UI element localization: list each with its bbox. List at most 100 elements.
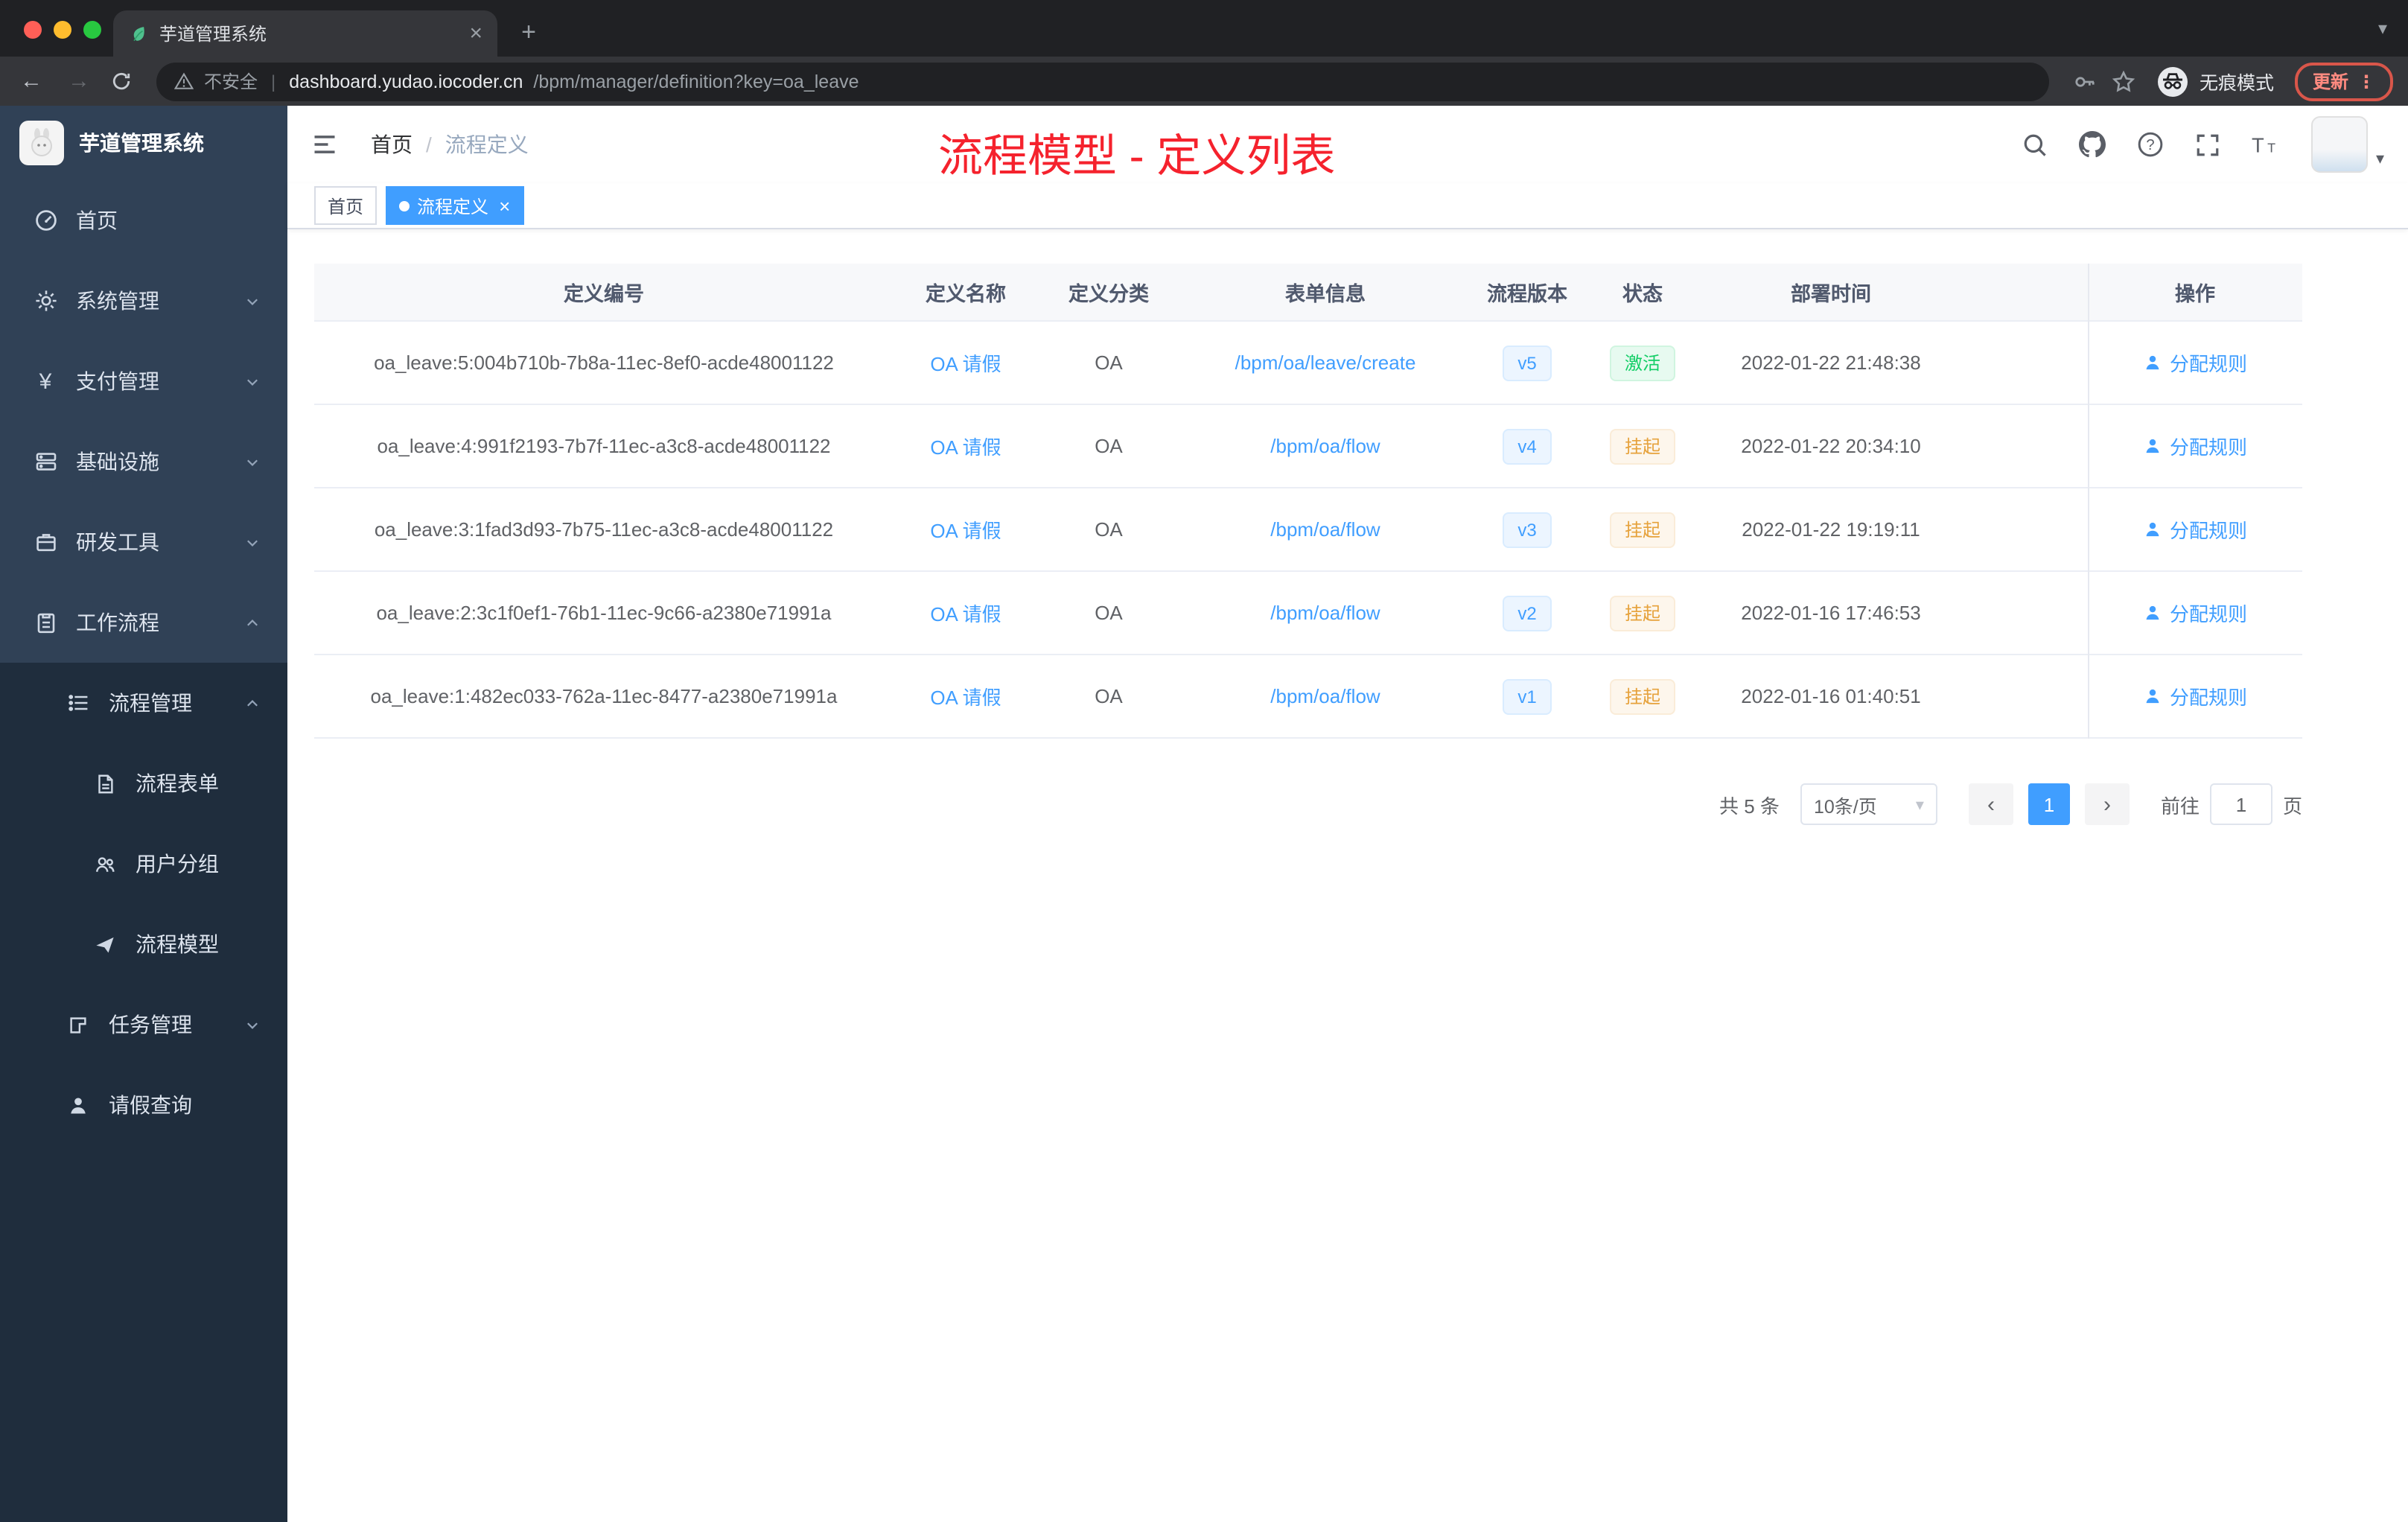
sidebar-item-label: 流程模型: [136, 932, 219, 956]
form-info-link[interactable]: /bpm/oa/flow: [1270, 602, 1380, 624]
cell-filler: [1960, 405, 2088, 487]
reload-button[interactable]: [110, 70, 133, 92]
assign-rule-button[interactable]: 分配规则: [2143, 599, 2247, 627]
tab-close-icon[interactable]: ×: [469, 22, 482, 45]
sidebar-item-process-management[interactable]: 流程管理: [0, 663, 287, 743]
status-badge: 激活: [1609, 345, 1675, 380]
definition-name-link[interactable]: OA 请假: [930, 599, 1001, 627]
avatar-caret-icon: ▾: [2375, 150, 2384, 168]
window-zoom-button[interactable]: [83, 21, 101, 39]
assign-rule-button[interactable]: 分配规则: [2143, 515, 2247, 544]
current-page-button[interactable]: 1: [2028, 783, 2070, 825]
gear-icon: [33, 288, 58, 313]
form-info-link[interactable]: /bpm/oa/leave/create: [1235, 351, 1416, 374]
dashboard-icon: [33, 208, 58, 233]
sidebar-item-label: 首页: [76, 208, 118, 232]
sidebar-item-payment[interactable]: ¥ 支付管理: [0, 341, 287, 421]
annotation-overlay: 流程模型 - 定义列表: [938, 133, 1336, 182]
breadcrumb-separator: /: [426, 133, 432, 156]
definition-name-link[interactable]: OA 请假: [930, 432, 1001, 460]
cell-filler: [1960, 572, 2088, 654]
form-info-link[interactable]: /bpm/oa/flow: [1270, 518, 1380, 541]
browser-toolbar: ← → 不安全 | dashboard.yudao.iocoder.cn /bp…: [0, 57, 2408, 106]
definition-name-link[interactable]: OA 请假: [930, 682, 1001, 710]
tab-search-caret-icon[interactable]: ▾: [2378, 18, 2387, 39]
tag-process-definition[interactable]: 流程定义 ×: [386, 186, 524, 225]
form-info-link[interactable]: /bpm/oa/flow: [1270, 685, 1380, 707]
chevron-down-icon: [244, 373, 261, 389]
assign-rule-button[interactable]: 分配规则: [2143, 432, 2247, 460]
sidebar-item-infrastructure[interactable]: 基础设施: [0, 421, 287, 502]
chevron-up-icon: [244, 614, 261, 631]
next-page-button[interactable]: ›: [2084, 783, 2130, 825]
tag-home[interactable]: 首页: [314, 186, 378, 225]
cell-category: OA: [1095, 351, 1123, 374]
user-menu[interactable]: ▾: [2311, 116, 2384, 173]
search-icon[interactable]: [2023, 132, 2048, 157]
document-icon: [92, 771, 118, 796]
sidebar-item-label: 请假查询: [109, 1093, 192, 1117]
font-size-icon[interactable]: TT: [2252, 132, 2281, 157]
url-bar[interactable]: 不安全 | dashboard.yudao.iocoder.cn /bpm/ma…: [156, 62, 2049, 101]
browser-tab[interactable]: 芋道管理系统 ×: [113, 10, 497, 57]
goto-page-input[interactable]: [2209, 783, 2272, 825]
cell-deploy-time: 2022-01-22 21:48:38: [1741, 351, 1921, 374]
forward-button[interactable]: →: [63, 69, 95, 94]
definition-name-link[interactable]: OA 请假: [930, 515, 1001, 544]
breadcrumb: 首页 / 流程定义: [371, 130, 529, 159]
goto-suffix: 页: [2282, 795, 2302, 817]
sidebar-item-process-model[interactable]: 流程模型: [0, 904, 287, 984]
sidebar-item-user-group[interactable]: 用户分组: [0, 824, 287, 904]
assign-rule-button[interactable]: 分配规则: [2143, 682, 2247, 710]
sidebar-item-home[interactable]: 首页: [0, 180, 287, 261]
form-info-link[interactable]: /bpm/oa/flow: [1270, 435, 1380, 457]
back-button[interactable]: ←: [15, 69, 48, 94]
password-key-icon[interactable]: [2073, 69, 2097, 93]
chevron-down-icon: [244, 1016, 261, 1033]
cell-definition-id: oa_leave:5:004b710b-7b8a-11ec-8ef0-acde4…: [374, 351, 834, 374]
sidebar: 芋道管理系统 首页 系统管理 ¥ 支付管理 基础设施 研发工具 工作流程 流程管…: [0, 106, 287, 1522]
cell-deploy-time: 2022-01-16 17:46:53: [1741, 602, 1921, 624]
sidebar-item-system[interactable]: 系统管理: [0, 261, 287, 341]
toolbox-icon: [33, 529, 58, 555]
new-tab-button[interactable]: +: [509, 13, 548, 52]
svg-text:?: ?: [2147, 137, 2155, 153]
pagination-total: 共 5 条: [1719, 795, 1780, 817]
status-badge: 挂起: [1609, 595, 1675, 631]
cell-category: OA: [1095, 602, 1123, 624]
cell-definition-id: oa_leave:3:1fad3d93-7b75-11ec-a3c8-acde4…: [374, 518, 834, 541]
cell-definition-id: oa_leave:4:991f2193-7b7f-11ec-a3c8-acde4…: [377, 435, 831, 457]
fullscreen-icon[interactable]: [2196, 132, 2221, 157]
sidebar-item-devtools[interactable]: 研发工具: [0, 502, 287, 582]
breadcrumb-home[interactable]: 首页: [371, 130, 413, 159]
sidebar-item-label: 研发工具: [76, 530, 159, 554]
top-navbar: 首页 / 流程定义 流程模型 - 定义列表 ? T T ▾: [287, 106, 2408, 183]
version-badge: v5: [1503, 345, 1552, 380]
prev-page-button[interactable]: ‹: [1968, 783, 2013, 825]
sidebar-item-workflow[interactable]: 工作流程: [0, 582, 287, 663]
main-area: 首页 / 流程定义 流程模型 - 定义列表 ? T T ▾ 首页 流程定义 × …: [287, 106, 2408, 1522]
window-minimize-button[interactable]: [54, 21, 71, 39]
sidebar-item-leave-query[interactable]: 请假查询: [0, 1065, 287, 1145]
users-icon: [92, 851, 118, 876]
screenshot-root: 芋道管理系统 × + ▾ ← → 不安全 | dashboard.yudao.i…: [0, 0, 2408, 1522]
help-icon[interactable]: ?: [2138, 131, 2165, 158]
sidebar-item-task-management[interactable]: 任务管理: [0, 984, 287, 1065]
window-close-button[interactable]: [24, 21, 42, 39]
cell-filler: [1960, 655, 2088, 737]
table-row: oa_leave:2:3c1f0ef1-76b1-11ec-9c66-a2380…: [314, 572, 2302, 655]
avatar[interactable]: [2311, 116, 2369, 173]
sidebar-toggle-button[interactable]: [311, 131, 338, 158]
col-definition-name: 定义名称: [926, 283, 1006, 305]
server-icon: [33, 449, 58, 474]
svg-text:T: T: [2268, 140, 2276, 155]
browser-menu-dots-icon[interactable]: ⋮: [2357, 71, 2375, 92]
bookmark-star-icon[interactable]: [2112, 69, 2135, 93]
page-size-select[interactable]: 10条/页 ▾: [1800, 783, 1937, 825]
browser-update-button[interactable]: 更新 ⋮: [2294, 62, 2393, 101]
tag-close-icon[interactable]: ×: [499, 196, 510, 215]
definition-name-link[interactable]: OA 请假: [930, 348, 1001, 377]
assign-rule-button[interactable]: 分配规则: [2143, 348, 2247, 377]
sidebar-item-process-form[interactable]: 流程表单: [0, 743, 287, 824]
github-icon[interactable]: [2079, 131, 2106, 158]
